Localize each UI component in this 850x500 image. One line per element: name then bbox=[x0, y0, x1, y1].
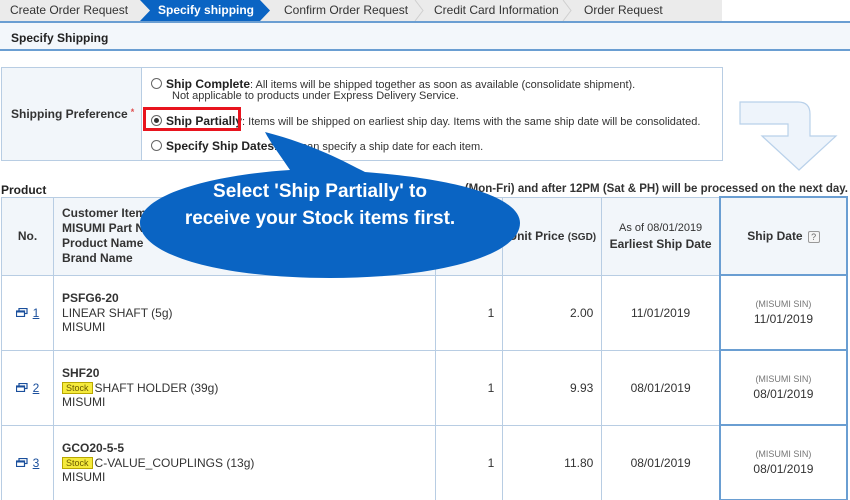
product-name: SHAFT HOLDER (39g) bbox=[94, 381, 219, 395]
radio-ship-complete[interactable] bbox=[151, 78, 162, 89]
option-ship-complete[interactable]: Ship Complete: All items will be shipped… bbox=[151, 77, 635, 91]
order-cutoff-note: (Mon-Fri) and after 12PM (Sat & PH) will… bbox=[464, 183, 848, 195]
new-window-icon[interactable] bbox=[15, 382, 28, 392]
ship-date-cell: (MISUMI SIN) 08/01/2019 bbox=[718, 424, 849, 500]
callout-text: Select 'Ship Partially' to receive your … bbox=[184, 181, 456, 229]
stock-badge: Stock bbox=[62, 382, 93, 394]
table-row: 2 SHF20 Stock SHAFT HOLDER (39g) MISUMI 1… bbox=[0, 349, 849, 426]
row-number-link[interactable]: 3 bbox=[33, 456, 40, 470]
product-name: C-VALUE_COUPLINGS (13g) bbox=[94, 456, 255, 470]
stock-badge: Stock bbox=[62, 457, 93, 469]
quantity-cell: 1 bbox=[435, 349, 504, 426]
step-order-request-completed: Order Request Completed bbox=[584, 3, 663, 38]
shipping-preference-label: Shipping Preference * bbox=[2, 68, 142, 160]
brand-name: MISUMI bbox=[62, 320, 106, 334]
product-name-line: Stock SHAFT HOLDER (39g) bbox=[62, 381, 435, 395]
ship-date-value: 08/01/2019 bbox=[753, 387, 814, 401]
earliest-ship-date-cell: 08/01/2019 bbox=[601, 349, 721, 426]
product-cell: GCO20-5-5 Stock C-VALUE_COUPLINGS (13g) M… bbox=[53, 424, 437, 500]
ship-partially-highlight-box bbox=[143, 107, 241, 131]
unit-price-cell: 2.00 bbox=[502, 274, 603, 351]
row-number-link[interactable]: 2 bbox=[33, 381, 40, 395]
brand-name: MISUMI bbox=[62, 470, 106, 484]
header-earliest-ship-date: As of 08/01/2019 Earliest Ship Date bbox=[601, 196, 721, 276]
header-no: No. bbox=[0, 196, 55, 276]
row-number-cell: 2 bbox=[0, 349, 55, 426]
radio-specify-ship-dates[interactable] bbox=[151, 140, 162, 151]
quantity-cell: 1 bbox=[435, 274, 504, 351]
header-ship-date: Ship Date? bbox=[718, 196, 849, 276]
section-header: Specify Shipping bbox=[0, 21, 850, 51]
ship-origin: (MISUMI SIN) bbox=[755, 299, 812, 309]
help-icon[interactable]: ? bbox=[807, 231, 820, 243]
earliest-ship-date-cell: 11/01/2019 bbox=[601, 274, 721, 351]
product-name-line: Stock C-VALUE_COUPLINGS (13g) bbox=[62, 456, 435, 470]
row-number-cell: 3 bbox=[0, 424, 55, 500]
order-steps-bar: Create Order Request Specify shipping Co… bbox=[0, 0, 722, 38]
section-title: Specify Shipping bbox=[11, 31, 109, 45]
product-cell: SHF20 Stock SHAFT HOLDER (39g) MISUMI bbox=[53, 349, 437, 426]
turn-down-arrow-icon bbox=[739, 101, 838, 171]
required-mark: * bbox=[130, 107, 135, 117]
step-create-order-request: Create Order Request bbox=[10, 3, 129, 17]
step-credit-card-information: Credit Card Information bbox=[434, 3, 559, 17]
table-row: 1 PSFG6-20 LINEAR SHAFT (5g) MISUMI 1 2.… bbox=[0, 274, 849, 351]
step-separator-icon bbox=[414, 0, 424, 21]
step-specify-shipping: Specify shipping bbox=[140, 0, 270, 21]
product-name: LINEAR SHAFT (5g) bbox=[62, 306, 173, 320]
step-separator-icon bbox=[562, 0, 572, 21]
shipping-preference-table: Shipping Preference * Ship Complete: All … bbox=[1, 67, 723, 161]
ship-date-cell: (MISUMI SIN) 08/01/2019 bbox=[718, 349, 849, 426]
unit-price-cell: 11.80 bbox=[502, 424, 603, 500]
ship-date-cell: (MISUMI SIN) 11/01/2019 bbox=[718, 274, 849, 351]
product-table: No. Customer Item No. MISUMI Part No. Pr… bbox=[0, 196, 849, 500]
brand-name: MISUMI bbox=[62, 395, 106, 409]
option-ship-complete-note: Not applicable to products under Express… bbox=[172, 90, 459, 102]
ship-origin: (MISUMI SIN) bbox=[755, 374, 812, 384]
part-number: SHF20 bbox=[62, 366, 100, 380]
ship-date-value: 11/01/2019 bbox=[753, 312, 814, 326]
new-window-icon[interactable] bbox=[15, 307, 28, 317]
step-confirm-order-request: Confirm Order Request bbox=[284, 3, 409, 17]
quantity-cell: 1 bbox=[435, 424, 504, 500]
earliest-ship-date-cell: 08/01/2019 bbox=[601, 424, 721, 500]
table-row: 3 GCO20-5-5 Stock C-VALUE_COUPLINGS (13g)… bbox=[0, 424, 849, 500]
unit-price-cell: 9.93 bbox=[502, 349, 603, 426]
ship-origin: (MISUMI SIN) bbox=[755, 449, 812, 459]
row-number-link[interactable]: 1 bbox=[33, 306, 40, 320]
option-specify-ship-dates[interactable]: Specify Ship Dates: You can specify a sh… bbox=[151, 139, 483, 153]
row-number-cell: 1 bbox=[0, 274, 55, 351]
ship-date-value: 08/01/2019 bbox=[753, 462, 814, 476]
product-section-title: Product bbox=[1, 183, 47, 197]
header-unit-price: Unit Price (SGD) bbox=[502, 196, 603, 276]
product-cell: PSFG6-20 LINEAR SHAFT (5g) MISUMI bbox=[53, 274, 437, 351]
part-number: GCO20-5-5 bbox=[62, 441, 125, 455]
new-window-icon[interactable] bbox=[15, 457, 28, 467]
part-number: PSFG6-20 bbox=[62, 291, 119, 305]
